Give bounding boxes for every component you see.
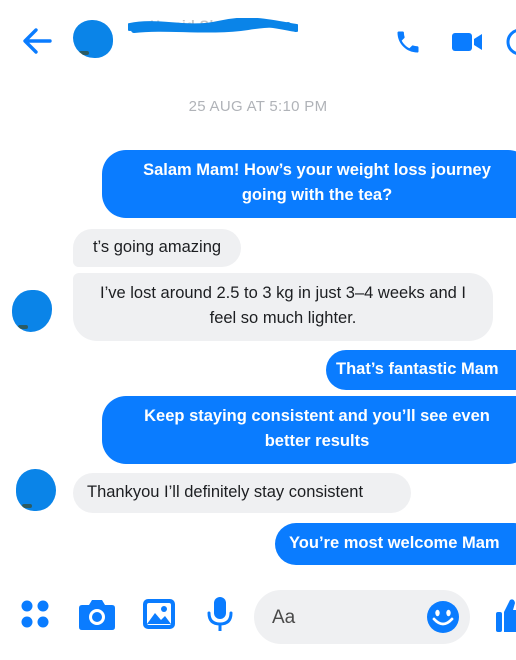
like-icon[interactable] — [496, 596, 516, 634]
info-icon[interactable] — [504, 26, 516, 58]
message-input[interactable] — [270, 602, 424, 634]
gallery-icon[interactable] — [142, 598, 176, 630]
message-composer[interactable] — [254, 590, 470, 644]
incoming-message[interactable]: t’s going amazing — [73, 229, 241, 267]
incoming-message[interactable]: Thankyou I’ll definitely stay consistent — [73, 473, 411, 513]
sender-avatar[interactable] — [12, 290, 52, 332]
name-redaction-scribble — [128, 18, 298, 33]
video-icon[interactable] — [451, 31, 483, 53]
camera-icon[interactable] — [78, 597, 116, 631]
emoji-icon[interactable] — [426, 600, 460, 634]
sender-avatar[interactable] — [16, 469, 56, 511]
contact-avatar[interactable] — [73, 20, 113, 58]
back-arrow-icon[interactable] — [20, 24, 54, 58]
incoming-message[interactable]: I’ve lost around 2.5 to 3 kg in just 3–4… — [73, 273, 493, 341]
chat-header: Hamid Shaikh — [0, 0, 516, 80]
outgoing-message[interactable]: Salam Mam! How’s your weight loss journe… — [102, 150, 516, 218]
phone-icon[interactable] — [394, 28, 422, 56]
outgoing-message[interactable]: Keep staying consistent and you’ll see e… — [102, 396, 516, 464]
message-timestamp: 25 AUG AT 5:10 PM — [188, 98, 328, 115]
outgoing-message[interactable]: That’s fantastic Mam — [326, 350, 516, 390]
menu-dots-icon[interactable] — [20, 599, 50, 629]
microphone-icon[interactable] — [205, 596, 235, 634]
outgoing-message[interactable]: You’re most welcome Mam — [275, 523, 516, 565]
